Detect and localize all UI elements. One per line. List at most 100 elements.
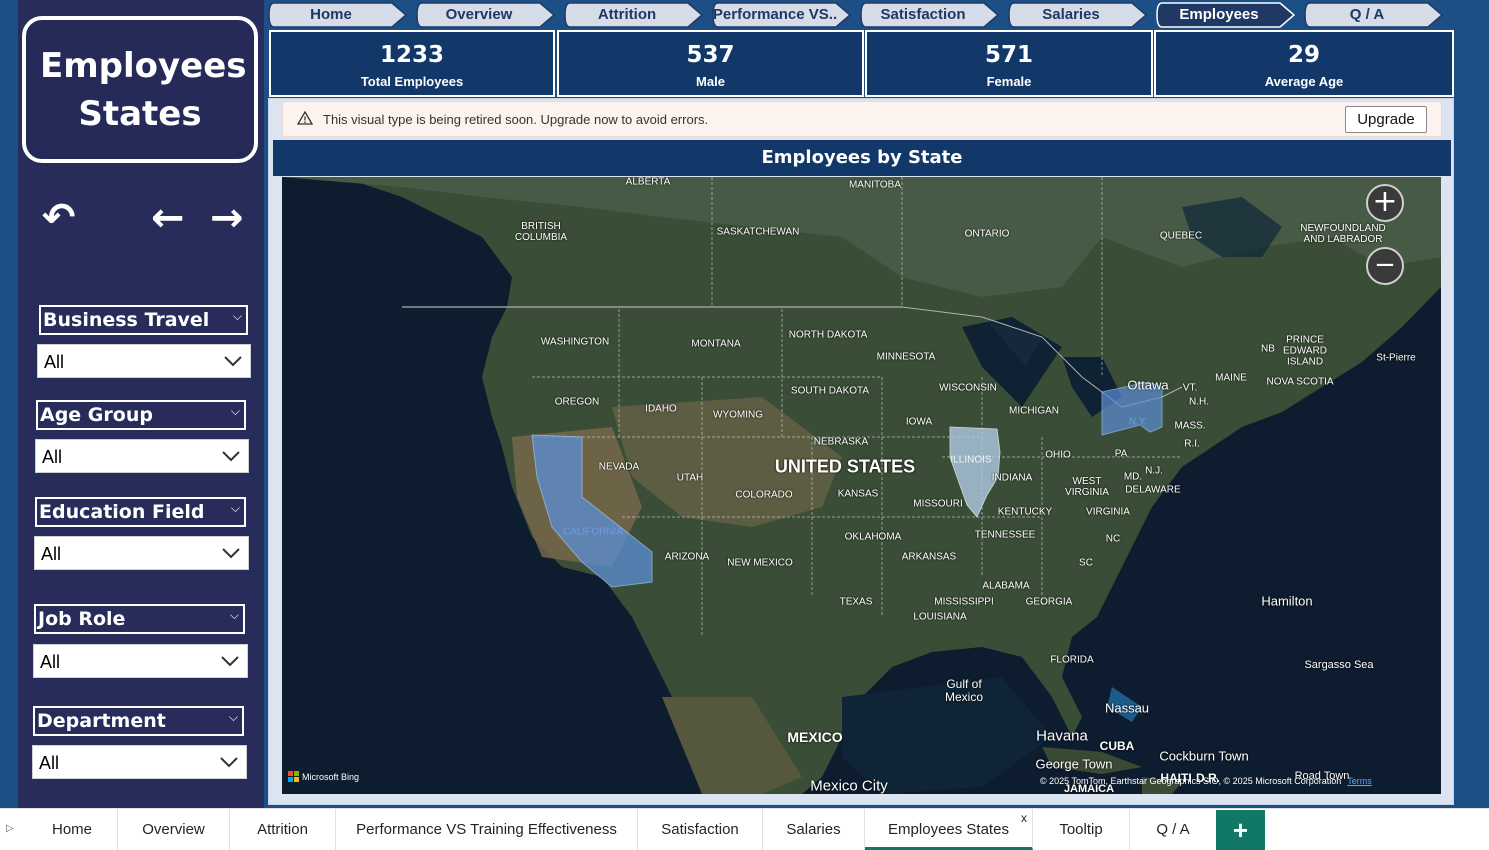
tab-qa[interactable]: Q / A bbox=[1130, 809, 1216, 850]
tab-attrition[interactable]: Attrition bbox=[230, 809, 336, 850]
page-title-box: Employees States bbox=[22, 16, 258, 163]
map-label-md: MD. bbox=[1123, 471, 1143, 483]
tab-tooltip[interactable]: Tooltip bbox=[1033, 809, 1130, 850]
map-label-mass: MASS. bbox=[1174, 420, 1206, 432]
map-label-ontario: ONTARIO bbox=[964, 228, 1010, 240]
bing-attribution: Microsoft Bing bbox=[288, 771, 359, 782]
chevron-down-icon: ⌵ bbox=[230, 404, 240, 418]
zoom-in-button[interactable]: + bbox=[1366, 184, 1404, 222]
map-label-quebec: QUEBEC bbox=[1159, 230, 1203, 242]
tab-salaries[interactable]: Salaries bbox=[763, 809, 865, 850]
tab-label: Satisfaction bbox=[661, 821, 739, 838]
tab-label: Performance VS Training Effectiveness bbox=[356, 821, 617, 838]
map-label-west-virginia: WEST VIRGINIA bbox=[1065, 476, 1109, 498]
job-role-dropdown[interactable]: All bbox=[33, 644, 248, 678]
map-label-kentucky: KENTUCKY bbox=[997, 506, 1053, 518]
map-label-sc: SC bbox=[1079, 557, 1093, 569]
map-label-newfoundland: NEWFOUNDLAND AND LABRADOR bbox=[1300, 223, 1386, 245]
map-label-nassau: Nassau bbox=[1104, 700, 1150, 716]
map-label-st-pierre: St-Pierre bbox=[1376, 352, 1416, 364]
map-label-mississippi: MISSISSIPPI bbox=[934, 596, 994, 608]
upgrade-button[interactable]: Upgrade bbox=[1345, 106, 1427, 133]
map-label-virginia: VIRGINIA bbox=[1086, 506, 1130, 518]
terms-link[interactable]: Terms bbox=[1347, 776, 1372, 786]
copyright-text: © 2025 TomTom, Earthstar Geographics SIO… bbox=[1040, 776, 1342, 786]
tab-overview[interactable]: Overview bbox=[118, 809, 230, 850]
map-label-kansas: KANSAS bbox=[837, 488, 879, 500]
age-group-dropdown[interactable]: All bbox=[35, 439, 249, 473]
nav-overview-label: Overview bbox=[445, 6, 513, 23]
map-label-vt: VT. bbox=[1182, 382, 1198, 394]
map-label-havana: Havana bbox=[1036, 727, 1088, 745]
sidebar: Employees States ↶ ← → Business Travel ⌵ … bbox=[18, 0, 264, 808]
tab-satisfaction[interactable]: Satisfaction bbox=[638, 809, 763, 850]
map-label-pa: PA bbox=[1114, 448, 1128, 460]
canvas-left-edge bbox=[0, 0, 18, 808]
warning-icon bbox=[297, 110, 313, 125]
map-label-nb: NB bbox=[1261, 343, 1275, 355]
map-label-missouri: MISSOURI bbox=[913, 498, 963, 510]
close-tab-icon[interactable]: x bbox=[1021, 797, 1027, 839]
kpi-value: 29 bbox=[1287, 42, 1320, 68]
business-travel-value: All bbox=[44, 352, 65, 372]
chevron-down-icon: ⌵ bbox=[232, 309, 242, 323]
map-label-michigan: MICHIGAN bbox=[1009, 405, 1059, 417]
map-label-george-town: George Town bbox=[1035, 756, 1113, 772]
map-label-british-columbia: BRITISH COLUMBIA bbox=[514, 221, 568, 243]
forward-arrow-icon[interactable]: → bbox=[210, 198, 244, 238]
map-label-gulf-of-mexico: Gulf of Mexico bbox=[944, 677, 983, 704]
business-travel-dropdown[interactable]: All bbox=[37, 344, 251, 378]
department-value: All bbox=[39, 753, 60, 773]
map-label-utah: UTAH bbox=[676, 472, 704, 484]
chevron-down-icon bbox=[222, 548, 240, 559]
map-copyright: © 2025 TomTom, Earthstar Geographics SIO… bbox=[1040, 776, 1372, 786]
map-label-mexico: MEXICO bbox=[787, 729, 843, 745]
chevron-down-icon bbox=[222, 451, 240, 462]
education-field-slicer-title: Education Field ⌵ bbox=[35, 497, 246, 527]
chevron-down-icon bbox=[221, 656, 239, 667]
department-dropdown[interactable]: All bbox=[32, 745, 247, 779]
reset-icon[interactable]: ↶ bbox=[42, 198, 76, 238]
map-label-wisconsin: WISCONSIN bbox=[939, 382, 997, 394]
map-label-tennessee: TENNESSEE bbox=[974, 529, 1036, 541]
map-label-illinois: ILLINOIS bbox=[950, 454, 992, 466]
map-label-minnesota: MINNESOTA bbox=[876, 351, 936, 363]
map-label-nebraska: NEBRASKA bbox=[813, 436, 869, 448]
retirement-warning-banner: This visual type is being retired soon. … bbox=[282, 101, 1442, 137]
map-label-iowa: IOWA bbox=[905, 416, 933, 428]
map-label-ny: N.Y. bbox=[1128, 416, 1148, 428]
map-label-mexico-city: Mexico City bbox=[810, 777, 888, 795]
back-arrow-icon[interactable]: ← bbox=[151, 198, 185, 238]
tab-employees-states[interactable]: Employees States x bbox=[865, 809, 1033, 850]
microsoft-logo-icon bbox=[288, 771, 299, 782]
nav-attrition-label: Attrition bbox=[597, 6, 657, 23]
map-label-arkansas: ARKANSAS bbox=[901, 551, 957, 563]
job-role-value: All bbox=[40, 652, 61, 672]
tab-home[interactable]: Home bbox=[27, 809, 118, 850]
kpi-value: 537 bbox=[686, 42, 735, 68]
tab-label: Overview bbox=[142, 821, 205, 838]
add-page-button[interactable]: + bbox=[1216, 810, 1265, 850]
map-label-california: CALIFORNIA bbox=[562, 526, 624, 538]
nav-salaries-label: Salaries bbox=[1042, 6, 1100, 23]
map-label-georgia: GEORGIA bbox=[1025, 596, 1073, 608]
tab-label: Attrition bbox=[257, 821, 308, 838]
map-label-colorado: COLORADO bbox=[735, 489, 793, 501]
education-field-value: All bbox=[41, 544, 62, 564]
map-label-prince-edward-island: PRINCE EDWARD ISLAND bbox=[1282, 334, 1328, 368]
map-label-nc: NC bbox=[1105, 533, 1121, 545]
zoom-out-button[interactable]: − bbox=[1366, 247, 1404, 285]
chevron-down-icon: ⌵ bbox=[229, 608, 239, 622]
collapse-tabs-icon[interactable]: ▷ bbox=[6, 823, 14, 834]
tab-performance[interactable]: Performance VS Training Effectiveness bbox=[336, 809, 638, 850]
map-label-new-mexico: NEW MEXICO bbox=[727, 557, 793, 569]
map-title: Employees by State bbox=[273, 140, 1451, 176]
map-label-florida: FLORIDA bbox=[1050, 654, 1094, 666]
chevron-down-icon: ⌵ bbox=[230, 501, 240, 515]
kpi-value: 571 bbox=[984, 42, 1033, 68]
chevron-down-icon bbox=[220, 757, 238, 768]
education-field-dropdown[interactable]: All bbox=[34, 536, 249, 570]
employees-map[interactable]: ALBERTA MANITOBA BRITISH COLUMBIA SASKAT… bbox=[282, 177, 1441, 794]
business-travel-label: Business Travel bbox=[43, 309, 210, 331]
map-label-indiana: INDIANA bbox=[991, 472, 1033, 484]
